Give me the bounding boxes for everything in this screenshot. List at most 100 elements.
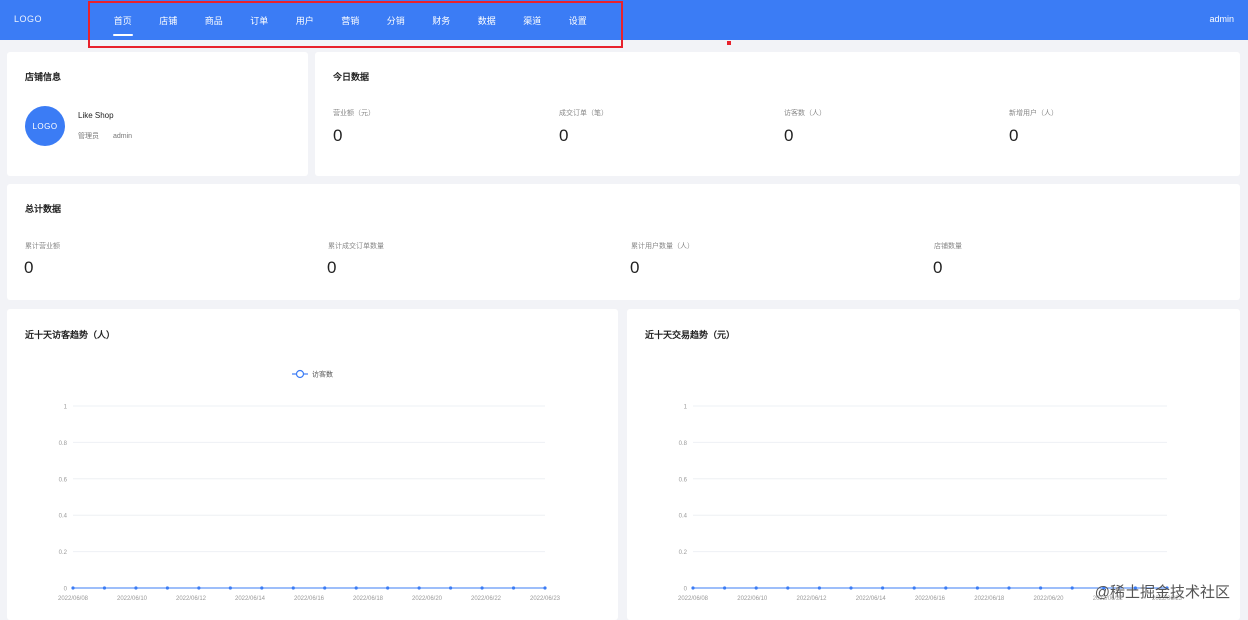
data-point xyxy=(543,586,547,590)
x-tick-label: 2022/06/20 xyxy=(1033,596,1064,602)
data-point xyxy=(291,586,295,590)
data-point xyxy=(134,586,138,590)
top-nav-bar: LOGO 首页 店铺 商品 订单 用户 营销 分销 财务 数据 渠道 设置 ad… xyxy=(0,0,1248,40)
nav-item-marketing[interactable]: 营销 xyxy=(328,0,374,40)
x-tick-label: 2022/06/23 xyxy=(530,596,561,602)
data-point xyxy=(849,586,853,590)
legend-label: 访客数 xyxy=(312,370,333,379)
y-tick-label: 0.8 xyxy=(679,441,688,447)
shop-name: Like Shop xyxy=(78,111,114,120)
total-data-card: 总计数据 累计营业额 0 累计成交订单数量 0 累计用户数量（人） 0 店铺数量… xyxy=(7,184,1240,300)
y-tick-label: 0.4 xyxy=(59,514,68,520)
stat-label: 店铺数量 xyxy=(934,243,962,250)
stat-value: 0 xyxy=(327,258,337,277)
y-tick-label: 1 xyxy=(684,405,688,411)
stat-label: 营业额（元） xyxy=(333,110,375,117)
x-tick-label: 2022/06/08 xyxy=(678,596,709,602)
shop-role: 管理员 admin xyxy=(78,131,132,141)
y-tick-label: 0.2 xyxy=(679,550,688,556)
x-tick-label: 2022/06/22 xyxy=(471,596,502,602)
user-menu[interactable]: admin xyxy=(1209,14,1234,24)
stat-value: 0 xyxy=(933,258,943,277)
y-tick-label: 0.6 xyxy=(679,477,688,483)
data-point xyxy=(723,586,727,590)
main-nav: 首页 店铺 商品 订单 用户 营销 分销 财务 数据 渠道 设置 xyxy=(100,0,601,40)
data-point xyxy=(1070,586,1074,590)
y-tick-label: 0.8 xyxy=(59,441,68,447)
data-point xyxy=(417,586,421,590)
x-tick-label: 2022/06/12 xyxy=(796,596,827,602)
stat-value: 0 xyxy=(784,126,794,145)
stat-label: 累计成交订单数量 xyxy=(328,243,384,250)
data-point xyxy=(323,586,327,590)
data-point xyxy=(480,586,484,590)
total-data-title: 总计数据 xyxy=(25,204,62,214)
transaction-trend-chart: 0 0.2 0.4 0.6 0.8 1 2022/06/08 2022/06/10 2022/0… xyxy=(678,405,1183,603)
data-point xyxy=(691,586,695,590)
data-point xyxy=(881,586,885,590)
x-tick-label: 2022/06/12 xyxy=(176,596,207,602)
data-point xyxy=(511,586,516,590)
x-tick-label: 2022/06/14 xyxy=(235,596,266,602)
y-tick-label: 0.2 xyxy=(59,550,68,556)
x-tick-label: 2022/06/16 xyxy=(915,596,946,602)
watermark: @稀土掘金技术社区 xyxy=(1094,584,1230,601)
y-tick-label: 0 xyxy=(684,587,688,593)
data-point xyxy=(1039,586,1043,590)
y-tick-label: 0 xyxy=(64,587,68,593)
visitor-trend-chart: 0 0.2 0.4 0.6 0.8 1 2022/06/08 2022/06/10 2022/0… xyxy=(58,369,561,603)
stat-label: 新增用户（人） xyxy=(1009,110,1058,117)
data-point xyxy=(260,586,264,590)
legend-marker xyxy=(295,369,305,379)
y-tick-label: 0.4 xyxy=(679,514,688,520)
nav-item-users[interactable]: 用户 xyxy=(282,0,328,40)
stat-label: 访客数（人） xyxy=(784,110,826,117)
data-point xyxy=(754,586,758,590)
data-point xyxy=(944,586,948,590)
shop-info-title: 店铺信息 xyxy=(25,72,62,82)
data-point xyxy=(1007,586,1011,590)
data-point xyxy=(197,586,201,590)
x-tick-label: 2022/06/14 xyxy=(856,596,887,602)
shop-role-value: admin xyxy=(113,133,133,140)
stat-value: 0 xyxy=(24,258,34,277)
nav-item-home[interactable]: 首页 xyxy=(100,0,146,40)
y-tick-label: 0.6 xyxy=(59,477,68,483)
x-tick-label: 2022/06/20 xyxy=(412,596,443,602)
stat-label: 累计营业额 xyxy=(25,243,60,250)
nav-item-channels[interactable]: 渠道 xyxy=(510,0,556,40)
data-point xyxy=(102,586,107,590)
x-tick-label: 2022/06/10 xyxy=(737,596,768,602)
today-data-card: 今日数据 营业额（元） 0 成交订单（笔） 0 访客数（人） 0 新增用户（人）… xyxy=(315,52,1240,176)
nav-item-finance[interactable]: 财务 xyxy=(419,0,465,40)
data-point xyxy=(912,586,916,590)
logo[interactable]: LOGO xyxy=(14,14,42,24)
transaction-trend-card: 近十天交易趋势（元） 0 0.2 0.4 0.6 0.8 1 2022/06/08 2022/… xyxy=(627,309,1240,620)
x-tick-label: 2022/06/10 xyxy=(117,596,148,602)
data-point xyxy=(165,586,169,590)
shop-info-card: 店铺信息 LOGO Like Shop 管理员 admin xyxy=(7,52,308,176)
nav-item-orders[interactable]: 订单 xyxy=(237,0,283,40)
data-point xyxy=(228,586,232,590)
nav-item-store[interactable]: 店铺 xyxy=(146,0,192,40)
data-point xyxy=(786,586,790,590)
stat-value: 0 xyxy=(333,126,343,145)
data-point xyxy=(817,586,821,590)
x-tick-label: 2022/06/18 xyxy=(353,596,384,602)
shop-role-label: 管理员 xyxy=(78,133,99,140)
data-point xyxy=(71,586,75,590)
visitor-trend-card: 近十天访客趋势（人） 0 0.2 0.4 0.6 0.8 1 2022/06/08 2022/… xyxy=(7,309,618,620)
x-tick-label: 2022/06/16 xyxy=(294,596,325,602)
stat-value: 0 xyxy=(559,126,569,145)
shop-avatar: LOGO xyxy=(25,106,65,146)
x-tick-label: 2022/06/08 xyxy=(58,596,89,602)
nav-item-products[interactable]: 商品 xyxy=(191,0,237,40)
data-point xyxy=(975,586,979,590)
nav-item-distribution[interactable]: 分销 xyxy=(373,0,419,40)
data-point xyxy=(449,586,453,590)
data-point xyxy=(354,586,358,590)
stat-label: 成交订单（笔） xyxy=(559,110,608,117)
nav-item-settings[interactable]: 设置 xyxy=(555,0,601,40)
nav-item-data[interactable]: 数据 xyxy=(464,0,510,40)
stat-label: 累计用户数量（人） xyxy=(631,243,694,250)
